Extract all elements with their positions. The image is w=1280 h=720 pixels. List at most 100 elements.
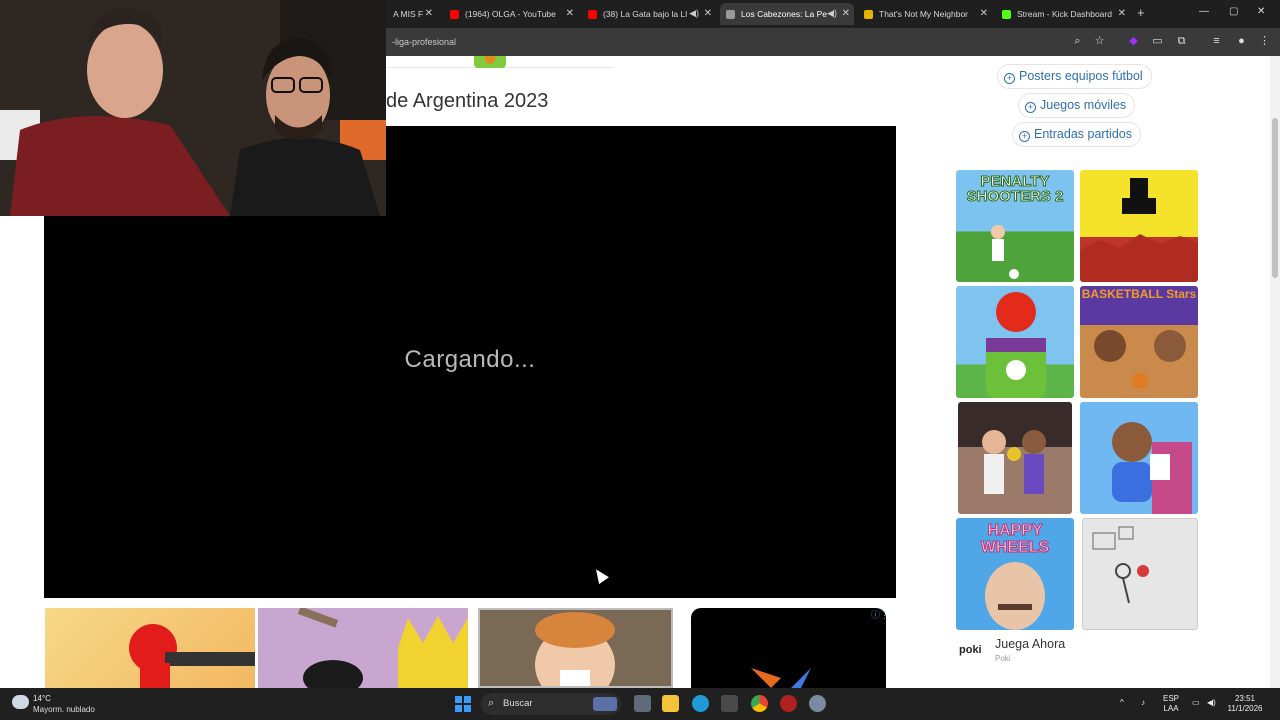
search-icon: ⌕ — [488, 697, 495, 709]
loading-text: Cargando... — [404, 346, 536, 373]
crown-icon — [297, 608, 468, 688]
ad-info-icon[interactable]: ⓘ⋮ — [871, 608, 889, 621]
page-title: de Argentina 2023 — [386, 90, 549, 112]
tab-title: (38) La Gata bajo la Ll — [603, 9, 688, 19]
extensions-puzzle-icon[interactable]: ⧉ — [1175, 35, 1188, 48]
basketball-players-icon — [1094, 330, 1186, 389]
link-juegos-moviles[interactable]: + Juegos móviles — [1018, 93, 1136, 118]
windows-start-icon[interactable] — [455, 696, 471, 712]
kick-icon — [1002, 9, 1011, 19]
search-highlight-icon — [593, 697, 617, 711]
game-thumbnail[interactable] — [478, 608, 673, 688]
link-posters[interactable]: + Posters equipos fútbol — [997, 64, 1152, 89]
mouse-cursor-icon — [591, 565, 609, 585]
new-tab-plus-icon[interactable]: + — [1137, 5, 1145, 20]
profile-avatar-icon[interactable]: ● — [1235, 35, 1248, 48]
tab-title: A MIS F — [393, 9, 424, 19]
weather-temp[interactable]: 14°C — [33, 694, 51, 703]
apple-icon — [986, 292, 1046, 398]
browser-tab[interactable]: That's Not My Neighbor ✕ — [858, 3, 992, 25]
browser-tab[interactable]: (1964) OLGA - YouTube ✕ — [444, 3, 578, 25]
settings-gear-icon[interactable] — [809, 695, 826, 712]
close-tab-icon[interactable]: ✕ — [842, 8, 850, 19]
poki-cta: Juega Ahora — [995, 637, 1066, 651]
maximize-icon[interactable]: ▢ — [1229, 6, 1238, 17]
microphone-icon[interactable]: ♪ — [1141, 698, 1145, 708]
ad-tile[interactable] — [1080, 402, 1198, 514]
game-thumbnail[interactable] — [691, 608, 886, 688]
browser-tab-active[interactable]: Los Cabezones: La Pe ◀) ✕ — [720, 3, 854, 25]
extension-icon[interactable]: ◆ — [1127, 35, 1140, 48]
task-view-icon[interactable] — [634, 695, 651, 712]
plus-circle-icon: + — [1019, 131, 1030, 142]
close-tab-icon[interactable]: ✕ — [980, 8, 988, 19]
page-scrollbar[interactable] — [1270, 56, 1280, 688]
link-entradas[interactable]: + Entradas partidos — [1012, 122, 1141, 147]
stickman-icon — [1092, 526, 1149, 604]
weather-cloud-icon[interactable] — [12, 695, 29, 709]
youtube-icon — [450, 9, 459, 19]
chrome-icon[interactable] — [751, 695, 768, 712]
ad-tile[interactable] — [1082, 518, 1198, 630]
speaker-icon[interactable]: ◀) — [827, 8, 837, 19]
browser-tab[interactable]: Stream - Kick Dashboard ✕ — [996, 3, 1130, 25]
store-icon[interactable] — [721, 695, 738, 712]
webcam-overlay — [0, 0, 386, 216]
media-control-icon[interactable]: ≡ — [1210, 35, 1223, 48]
cartoon-face-icon — [535, 612, 615, 686]
close-tab-icon[interactable]: ✕ — [566, 8, 574, 19]
url-field[interactable]: -liga-profesional — [392, 37, 456, 47]
obs-icon[interactable] — [780, 695, 797, 712]
taskbar-search[interactable]: ⌕ Buscar — [481, 693, 621, 715]
poki-sub: Poki — [995, 654, 1011, 663]
close-tab-icon[interactable]: ✕ — [425, 8, 433, 19]
game-thumbnail[interactable] — [258, 608, 468, 688]
tile-title: BASKETBALL Stars — [1081, 287, 1197, 301]
team-logo — [474, 56, 506, 68]
file-explorer-icon[interactable] — [662, 695, 679, 712]
boxing-icon — [982, 430, 1046, 494]
language-indicator[interactable]: ESP LAA — [1163, 694, 1179, 714]
ad-tile[interactable]: PENALTY SHOOTERS 2 — [956, 170, 1074, 282]
plus-circle-icon: + — [1025, 102, 1036, 113]
tab-title: Stream - Kick Dashboard — [1017, 9, 1112, 19]
system-clock[interactable]: 23:51 11/1/2026 — [1215, 694, 1275, 714]
ad-tile[interactable] — [956, 286, 1074, 398]
edge-icon[interactable] — [692, 695, 709, 712]
bookmark-star-icon[interactable]: ☆ — [1093, 35, 1106, 48]
ad-tile[interactable]: BASKETBALL Stars — [1080, 286, 1198, 398]
browser-tab[interactable]: (38) La Gata bajo la Ll ◀) ✕ — [582, 3, 716, 25]
search-label: Buscar — [503, 698, 533, 709]
tile-title: PENALTY SHOOTERS 2 — [966, 173, 1064, 205]
plus-circle-icon: + — [1004, 73, 1015, 84]
close-tab-icon[interactable]: ✕ — [1118, 8, 1126, 19]
poki-logo: poki — [959, 644, 982, 656]
close-tab-icon[interactable]: ✕ — [704, 8, 712, 19]
tab-title: Los Cabezones: La Pe — [741, 9, 828, 19]
ad-tile[interactable]: HAPPY WHEELS — [956, 518, 1074, 630]
game-thumbnail[interactable] — [45, 608, 255, 688]
tray-chevron-icon[interactable]: ^ — [1120, 698, 1124, 708]
zoom-icon[interactable]: ⌕ — [1071, 35, 1084, 48]
tile-title: HAPPY WHEELS — [980, 522, 1050, 557]
weather-desc[interactable]: Mayorm. nublado — [33, 705, 95, 714]
ad-tile[interactable] — [958, 402, 1072, 514]
speaker-icon[interactable]: ◀) — [689, 8, 699, 19]
scrollbar-thumb[interactable] — [1272, 118, 1278, 278]
page-icon — [726, 9, 735, 19]
browser-tab[interactable]: A MIS F ✕ — [387, 3, 437, 25]
close-window-icon[interactable]: ✕ — [1257, 6, 1265, 17]
ad-tile[interactable] — [1080, 170, 1198, 282]
silhouette-icon — [1080, 178, 1198, 282]
tab-title: (1964) OLGA - YouTube — [465, 9, 556, 19]
windows-taskbar: 14°C Mayorm. nublado ⌕ Buscar ^ ♪ ESP LA… — [0, 688, 1280, 720]
hotel-character-icon — [1112, 422, 1192, 514]
top-strip — [388, 56, 613, 68]
poki-banner[interactable]: poki Juega Ahora Poki — [956, 634, 1202, 668]
menu-kebab-icon[interactable]: ⋮ — [1258, 35, 1271, 48]
network-icon[interactable]: ▭ — [1192, 698, 1200, 708]
webcam-people-image — [0, 0, 386, 216]
youtube-icon — [588, 9, 597, 19]
minimize-icon[interactable]: — — [1199, 6, 1209, 17]
extension-icon[interactable]: ▭ — [1151, 35, 1164, 48]
